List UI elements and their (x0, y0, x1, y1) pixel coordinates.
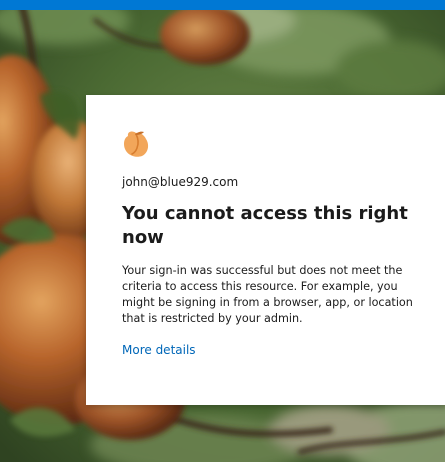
sign-in-screen: john@blue929.com You cannot access this … (0, 0, 445, 462)
top-accent-bar (0, 0, 445, 10)
access-blocked-dialog: john@blue929.com You cannot access this … (86, 95, 445, 405)
peach-logo-icon (124, 131, 149, 157)
more-details-link[interactable]: More details (122, 343, 196, 357)
account-email: john@blue929.com (122, 175, 239, 189)
error-description: Your sign-in was successful but does not… (122, 264, 413, 325)
page-title: You cannot access this right now (122, 203, 408, 248)
